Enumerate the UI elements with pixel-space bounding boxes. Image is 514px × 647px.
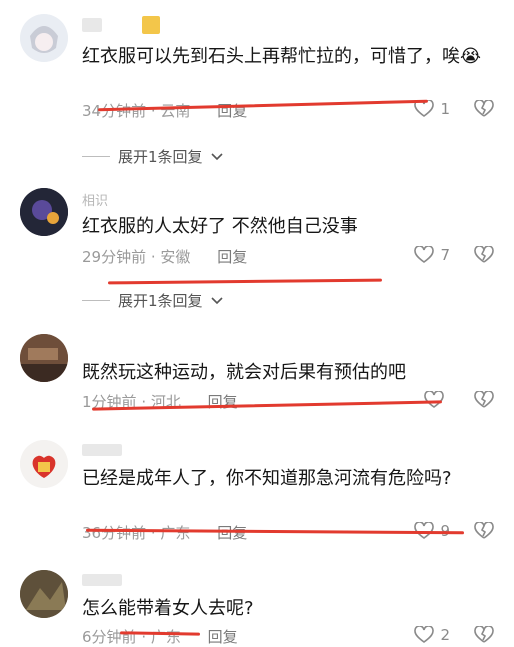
username-redacted	[82, 18, 102, 32]
comment-location: 云南	[160, 102, 191, 120]
like-button[interactable]: 2	[414, 626, 450, 644]
chevron-down-icon	[210, 296, 223, 304]
reply-button[interactable]: 回复	[208, 628, 238, 646]
comment-time: 34分钟前	[82, 102, 147, 120]
comment-text: 既然玩这种运动，就会对后果有预估的吧	[82, 362, 406, 383]
avatar[interactable]	[20, 334, 68, 382]
broken-heart-icon[interactable]	[474, 391, 494, 409]
comment-location: 广东	[150, 628, 181, 646]
like-count: 7	[440, 246, 450, 264]
comment-meta: 6分钟前 · 广东 回复	[82, 628, 238, 646]
broken-heart-icon[interactable]	[474, 522, 494, 540]
username-redacted	[82, 444, 122, 456]
like-count: 2	[440, 626, 450, 644]
username-redacted	[82, 574, 122, 586]
comment-text: 已经是成年人了，你不知道那急河流有危险吗?	[82, 468, 452, 489]
expand-replies-button[interactable]: 展开1条回复	[82, 290, 223, 311]
reply-button[interactable]: 回复	[208, 393, 238, 411]
comment-meta: 29分钟前 · 安徽 回复	[82, 248, 248, 266]
heart-outline-icon	[414, 246, 435, 263]
expand-replies-button[interactable]: 展开1条回复	[82, 146, 223, 167]
badge-redacted	[142, 16, 160, 34]
chevron-down-icon	[210, 152, 223, 160]
comment-text: 红衣服的人太好了 不然他自己没事	[82, 216, 358, 237]
comment-text: 怎么能带着女人去呢?	[82, 598, 254, 619]
comment-time: 36分钟前	[82, 524, 147, 542]
username[interactable]: 相识	[82, 190, 108, 209]
avatar[interactable]	[20, 440, 68, 488]
reply-button[interactable]: 回复	[217, 248, 247, 266]
heart-outline-icon	[414, 626, 435, 643]
comment-time: 29分钟前	[82, 248, 147, 266]
comment-location: 广东	[160, 524, 191, 542]
annotation-underline	[107, 278, 383, 285]
comment-location: 安徽	[160, 248, 191, 266]
reply-button[interactable]: 回复	[217, 524, 247, 542]
avatar[interactable]	[20, 14, 68, 62]
like-button[interactable]: 7	[414, 246, 450, 264]
like-count: 1	[440, 100, 450, 118]
broken-heart-icon[interactable]	[474, 100, 494, 118]
comment-text: 红衣服可以先到石头上再帮忙拉的，可惜了，唉😭	[82, 46, 482, 67]
broken-heart-icon[interactable]	[474, 626, 494, 644]
avatar[interactable]	[20, 570, 68, 618]
avatar[interactable]	[20, 188, 68, 236]
broken-heart-icon[interactable]	[474, 246, 494, 264]
